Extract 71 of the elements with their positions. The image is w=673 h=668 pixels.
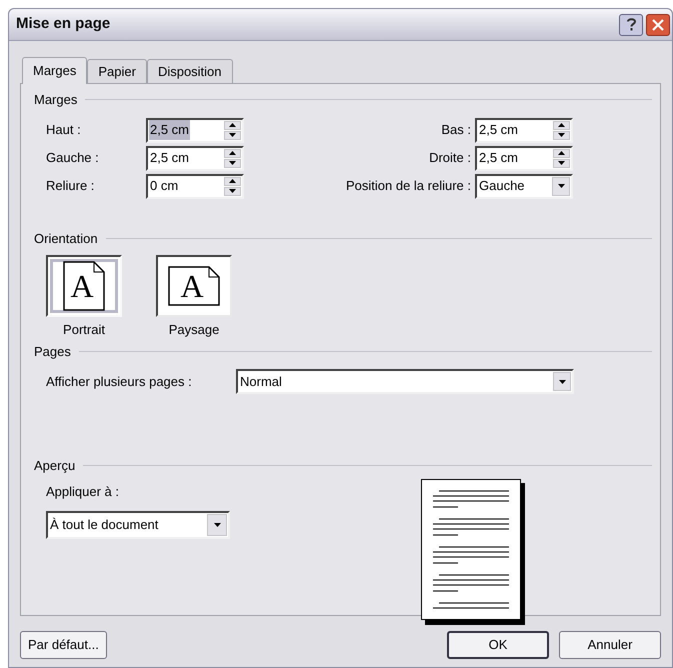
option-label: Paysage — [168, 321, 220, 339]
field-label: Afficher plusieurs pages : — [46, 372, 193, 391]
up-arrow-icon — [558, 151, 565, 155]
field-value: Normal — [240, 372, 282, 391]
section-heading: Aperçu — [34, 457, 76, 475]
up-arrow-icon — [229, 123, 236, 127]
down-arrow-icon — [229, 161, 236, 165]
field-value: 2,5 cm — [149, 149, 190, 168]
down-arrow-icon — [558, 161, 565, 165]
field-value: 2,5 cm — [149, 120, 190, 140]
spin-field[interactable]: 0 cm — [146, 174, 244, 198]
tab[interactable]: Papier — [87, 59, 147, 83]
down-arrow-icon — [558, 133, 565, 137]
field-label: Position de la reliure : — [346, 177, 471, 196]
field-value: À tout le document — [50, 516, 158, 534]
down-arrow-icon — [229, 133, 236, 137]
field-label: Droite : — [429, 149, 471, 168]
default-settings-button[interactable]: Par défaut... — [20, 631, 107, 659]
dropdown-button[interactable] — [553, 372, 571, 391]
field-value: 2,5 cm — [478, 121, 520, 140]
close-icon — [652, 18, 664, 30]
portrait-option[interactable]: A — [46, 255, 122, 317]
field-label: Gauche : — [46, 149, 100, 168]
close-button[interactable] — [646, 14, 670, 36]
spin-down-button[interactable] — [553, 130, 570, 140]
dropdown-arrow-icon — [558, 380, 566, 384]
dropdown-field[interactable]: Normal — [236, 369, 574, 394]
landscape-option[interactable]: A — [156, 255, 232, 317]
field-label: Bas : — [441, 121, 471, 140]
dropdown-button[interactable] — [207, 514, 227, 536]
dropdown-field[interactable]: À tout le document — [46, 511, 230, 539]
spin-up-button[interactable] — [553, 120, 570, 130]
dropdown-arrow-icon — [558, 184, 564, 188]
tab[interactable]: Disposition — [146, 59, 233, 83]
field-label: Reliure : — [46, 177, 96, 196]
field-value: Gauche — [478, 177, 526, 196]
window-title: Mise en page — [16, 14, 110, 34]
page-icon: A — [168, 266, 220, 306]
help-button[interactable] — [619, 14, 643, 36]
question-mark-icon — [626, 18, 636, 31]
section-heading: Pages — [34, 342, 71, 361]
cancel-button[interactable]: Annuler — [559, 631, 661, 659]
field-value: 0 cm — [149, 177, 180, 196]
up-arrow-icon — [558, 123, 565, 127]
ok-button[interactable]: OK — [447, 631, 549, 659]
down-arrow-icon — [229, 189, 236, 193]
dropdown-arrow-icon — [214, 523, 220, 527]
spin-down-button[interactable] — [224, 186, 241, 196]
spin-up-button[interactable] — [224, 148, 241, 158]
page-icon: A — [63, 261, 105, 311]
up-arrow-icon — [229, 151, 236, 155]
dropdown-field[interactable]: Gauche — [475, 174, 573, 198]
spin-up-button[interactable] — [553, 148, 570, 158]
option-label: Portrait — [63, 321, 105, 339]
tab[interactable]: Marges — [22, 57, 88, 84]
section-heading: Orientation — [34, 230, 98, 248]
spin-down-button[interactable] — [224, 130, 241, 140]
spin-field[interactable]: 2,5 cm — [475, 118, 573, 142]
spin-field[interactable]: 2,5 cm — [475, 146, 573, 170]
spin-down-button[interactable] — [224, 158, 241, 168]
field-label: Appliquer à : — [46, 482, 120, 501]
spin-down-button[interactable] — [553, 158, 570, 168]
section-heading: Marges — [34, 91, 78, 109]
up-arrow-icon — [229, 179, 236, 183]
spin-field[interactable]: 2,5 cm — [146, 118, 244, 142]
spin-field[interactable]: 2,5 cm — [146, 146, 244, 170]
spin-up-button[interactable] — [224, 120, 241, 130]
dropdown-button[interactable] — [552, 176, 570, 196]
field-value: 2,5 cm — [478, 149, 520, 168]
field-label: Haut : — [46, 121, 82, 140]
spin-up-button[interactable] — [224, 176, 241, 186]
